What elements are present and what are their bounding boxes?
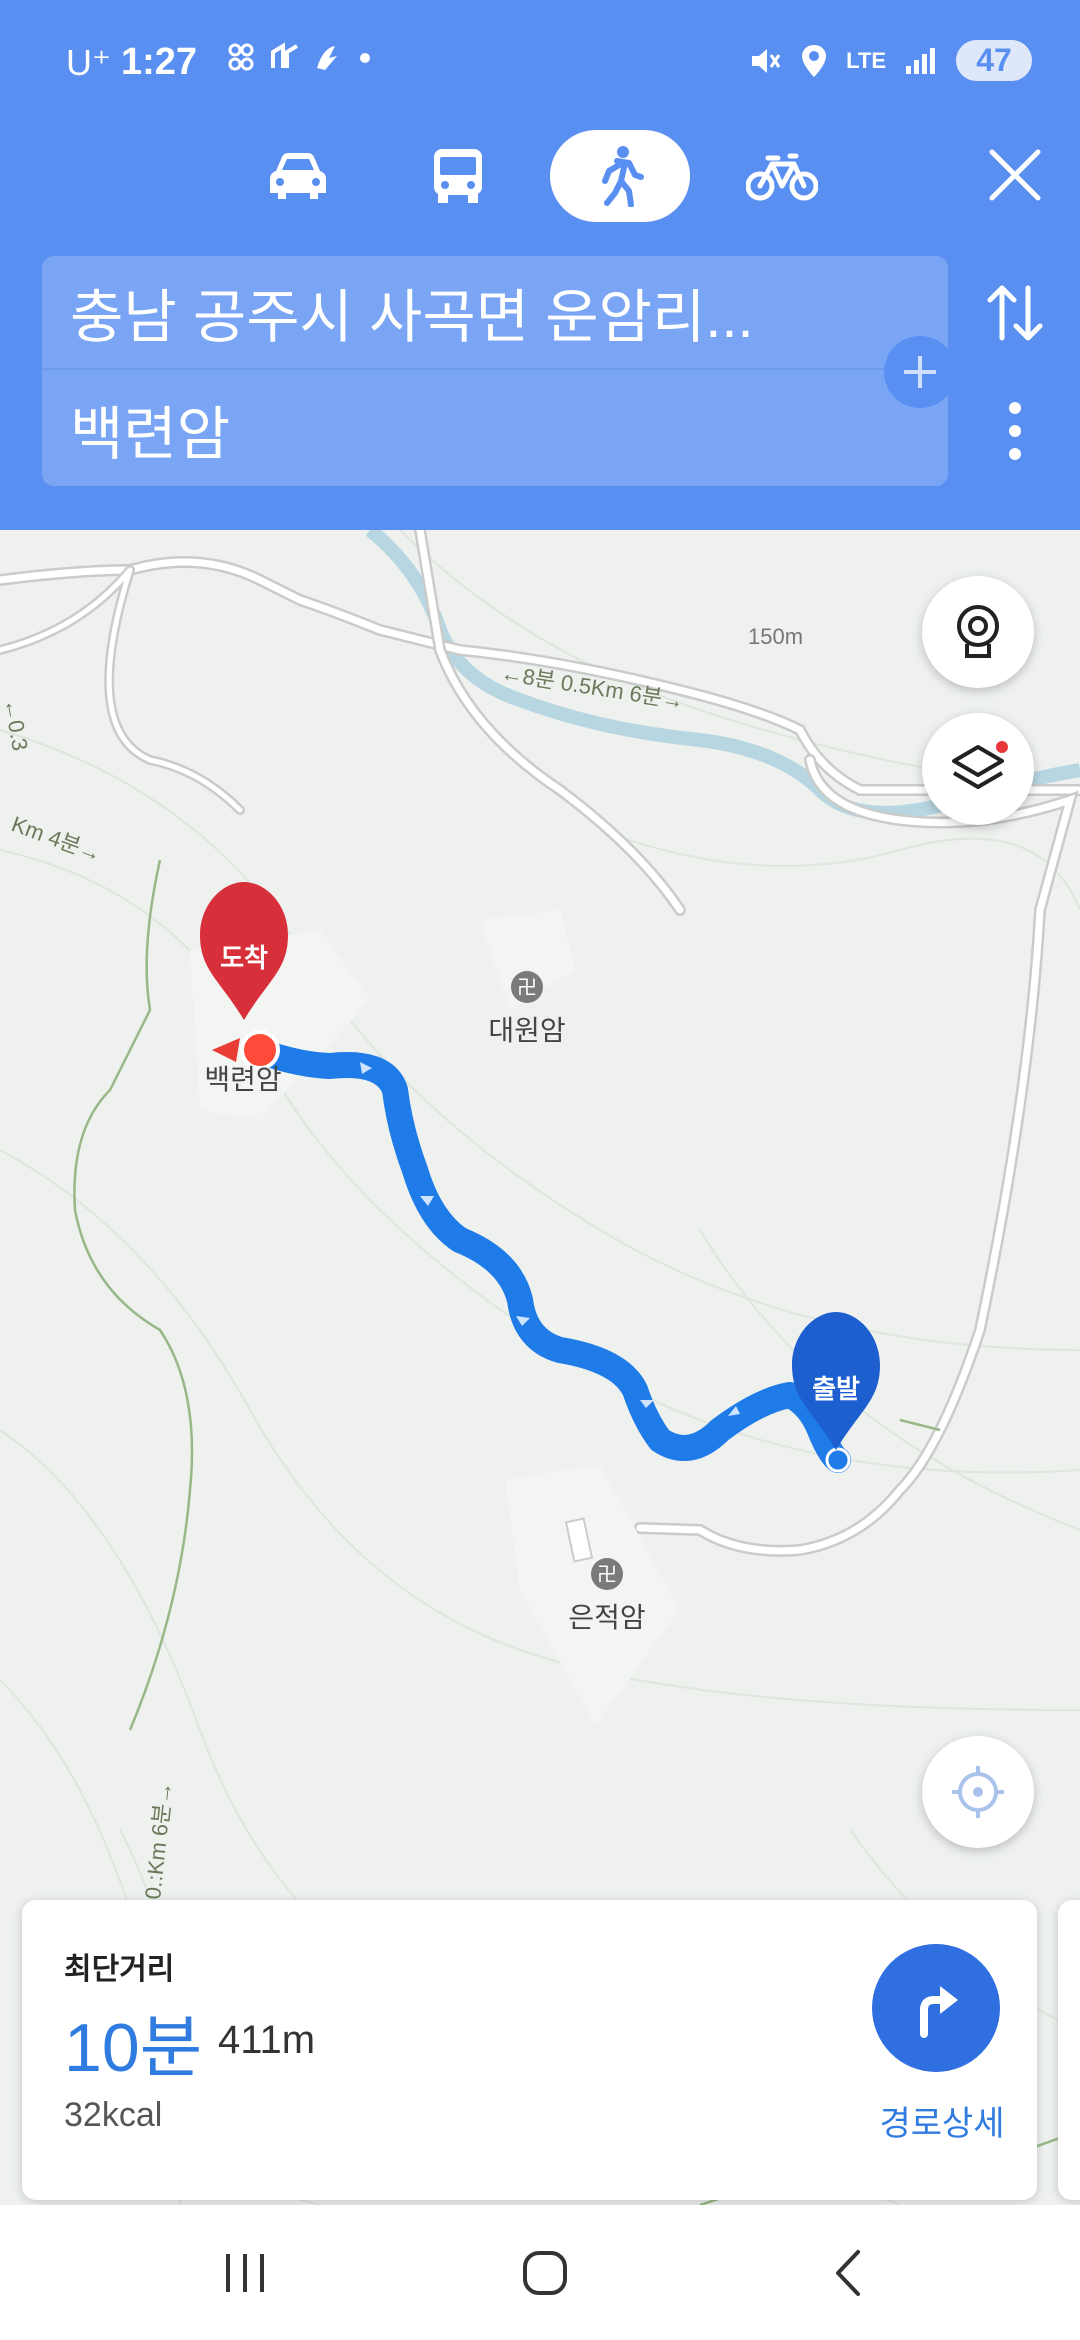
my-location-button[interactable]: [922, 1736, 1034, 1848]
home-button[interactable]: [505, 2243, 585, 2303]
network-type: LTE: [846, 47, 886, 73]
temple-icon: 卍: [511, 971, 543, 1003]
contour-elevation-label: 150m: [748, 624, 803, 649]
bus-icon: [434, 149, 482, 203]
tab-bike[interactable]: [712, 130, 852, 222]
signal-icon: [906, 47, 935, 74]
back-button[interactable]: [808, 2243, 888, 2303]
origin-marker: [825, 1447, 851, 1473]
svg-text:卍: 卍: [597, 1562, 617, 1586]
more-options-button[interactable]: [1000, 396, 1030, 466]
arrival-pin-label: 도착: [220, 943, 268, 973]
walk-icon: [602, 146, 644, 207]
mute-icon: [752, 48, 781, 73]
route-detail-label[interactable]: 경로상세: [867, 2096, 1017, 2145]
close-button[interactable]: [980, 140, 1050, 210]
recent-apps-icon: [226, 2254, 264, 2292]
status-bar: U⁺ 1:27 LTE 47: [0, 0, 1080, 120]
departure-pin-label: 출발: [812, 1374, 860, 1404]
route-type-label: 최단거리: [64, 1953, 175, 1986]
poi-label: 은적암: [568, 1602, 646, 1633]
home-icon: [523, 2251, 567, 2295]
poi-label: 대원암: [488, 1015, 566, 1046]
crosshair-icon: [952, 1766, 1004, 1818]
poi-daewonam[interactable]: 卍 대원암: [487, 970, 567, 1049]
more-vertical-icon: [1009, 402, 1021, 460]
recent-apps-button[interactable]: [205, 2243, 285, 2303]
route-time: 10분: [64, 2010, 203, 2086]
temple-icon: 卍: [591, 1558, 623, 1590]
tab-bus[interactable]: [388, 130, 528, 222]
swap-route-button[interactable]: [980, 278, 1050, 348]
origin-field[interactable]: 충남 공주시 사곡면 운암리...: [42, 256, 948, 370]
system-nav-bar: [0, 2205, 1080, 2340]
clock: 1:27: [121, 41, 198, 83]
destination-field[interactable]: 백련암: [42, 372, 948, 486]
battery-level: 47: [956, 40, 1032, 81]
cctv-button[interactable]: [922, 576, 1034, 688]
route-summary-card[interactable]: 최단거리 10분 411m 32kcal 경로상세: [22, 1900, 1037, 2200]
turn-right-icon: [920, 1986, 958, 2038]
route-calories: 32kcal: [64, 2096, 163, 2134]
add-waypoint-button[interactable]: [884, 336, 956, 408]
bike-icon: [746, 153, 818, 201]
back-icon: [836, 2250, 860, 2296]
travel-mode-tabs: [0, 130, 1080, 225]
svg-text:卍: 卍: [517, 975, 537, 999]
tab-walk[interactable]: [550, 130, 690, 222]
tab-car[interactable]: [228, 130, 368, 222]
layers-button[interactable]: [922, 713, 1034, 825]
swap-icon: [987, 285, 1043, 341]
notification-icons: [225, 38, 375, 87]
poi-label: 백련암: [204, 1064, 282, 1095]
car-icon: [270, 153, 326, 199]
route-input-box: 충남 공주시 사곡면 운암리... 백련암: [42, 256, 956, 486]
location-icon: [802, 44, 827, 77]
notification-app-icons: [228, 42, 371, 71]
next-route-card-peek[interactable]: [1058, 1900, 1080, 2200]
layers-icon: [952, 741, 1008, 789]
route-detail-button[interactable]: [872, 1944, 1000, 2072]
close-icon: [989, 149, 1041, 201]
poi-eunjeogam[interactable]: 卍 은적암: [562, 1557, 652, 1636]
route-distance: 411m: [218, 2018, 316, 2062]
cctv-icon: [957, 605, 999, 658]
header: U⁺ 1:27 LTE 47 충남 공주시 사곡면 운암리... 백련암: [0, 0, 1080, 530]
plus-icon: [904, 356, 936, 388]
poi-baekryeonam[interactable]: 백련암: [198, 1058, 288, 1098]
carrier-label: U⁺: [66, 41, 111, 83]
